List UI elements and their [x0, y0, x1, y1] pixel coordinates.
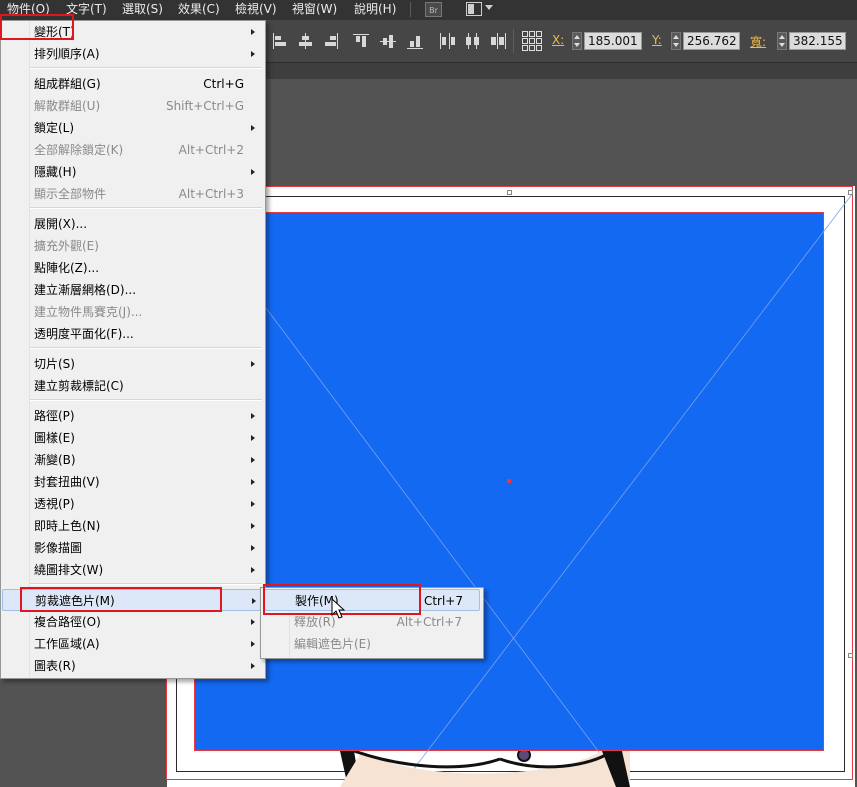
submenu-arrow-icon [251, 501, 255, 507]
menu-separator [30, 207, 262, 209]
object-menu-item[interactable]: 解散群組(U) Shift+Ctrl+G [2, 95, 264, 117]
object-menu-item[interactable]: 組成群組(G) Ctrl+G [2, 73, 264, 95]
menu-item-label: 複合路徑(O) [34, 615, 101, 629]
object-menu-item[interactable]: 建立漸層網格(D)... [2, 279, 264, 301]
submenu-arrow-icon [251, 435, 255, 441]
submenu-arrow-icon [251, 125, 255, 131]
character-illustration [340, 751, 630, 787]
object-menu-item[interactable]: 影像描圖 [2, 537, 264, 559]
object-menu-item[interactable]: 切片(S) [2, 353, 264, 375]
menu-item-label: 組成群組(G) [34, 77, 101, 91]
object-menu-item[interactable]: 繞圖排文(W) [2, 559, 264, 581]
top-right-handle[interactable] [848, 190, 853, 195]
top-center-handle[interactable] [507, 190, 512, 195]
object-menu-item[interactable]: 複合路徑(O) [2, 611, 264, 633]
object-menu-item[interactable]: 建立剪裁標記(C) [2, 375, 264, 397]
menu-item-label: 工作區域(A) [34, 637, 100, 651]
object-menu-item[interactable]: 路徑(P) [2, 405, 264, 427]
object-menu-item[interactable]: 漸變(B) [2, 449, 264, 471]
menu-item-label: 繞圖排文(W) [34, 563, 104, 577]
object-menu-item[interactable]: 透明度平面化(F)... [2, 323, 264, 345]
submenu-arrow-icon [251, 523, 255, 529]
menu-item-label: 建立物件馬賽克(J)... [34, 305, 143, 319]
object-menu-item[interactable]: 擴充外觀(E) [2, 235, 264, 257]
object-menu-item[interactable]: 鎖定(L) [2, 117, 264, 139]
menu-item-label: 建立剪裁標記(C) [34, 379, 124, 393]
object-menu-item[interactable]: 點陣化(Z)... [2, 257, 264, 279]
mouse-cursor-icon [331, 598, 345, 619]
submenu-arrow-icon [251, 169, 255, 175]
menu-item-shortcut: Shift+Ctrl+G [165, 99, 244, 113]
object-menu-item[interactable]: 封套扭曲(V) [2, 471, 264, 493]
annotation-highlight-object-menu [0, 14, 74, 40]
menu-item-label: 影像描圖 [34, 541, 83, 555]
object-menu-item[interactable]: 圖表(R) [2, 655, 264, 677]
submenu-arrow-icon [251, 29, 255, 35]
object-menu-item[interactable]: 圖樣(E) [2, 427, 264, 449]
object-menu-item[interactable]: 全部解除鎖定(K) Alt+Ctrl+2 [2, 139, 264, 161]
submenu-arrow-icon [251, 51, 255, 57]
object-menu-item[interactable]: 顯示全部物件 Alt+Ctrl+3 [2, 183, 264, 205]
annotation-highlight-clipping-mask [20, 587, 222, 612]
submenu-arrow-icon [251, 641, 255, 647]
menu-item-label: 鎖定(L) [34, 121, 75, 135]
menu-separator [30, 399, 262, 401]
menu-item-label: 透視(P) [34, 497, 75, 511]
menu-item-label: 圖表(R) [34, 659, 76, 673]
menu-item-label: 透明度平面化(F)... [34, 327, 134, 341]
menu-item-label: 點陣化(Z)... [34, 261, 100, 275]
submenu-arrow-icon [251, 413, 255, 419]
submenu-arrow-icon [252, 598, 256, 604]
menu-item-shortcut: Alt+Ctrl+3 [178, 187, 244, 201]
menu-separator [30, 347, 262, 349]
submenu-arrow-icon [251, 479, 255, 485]
menu-item-label: 排列順序(A) [34, 47, 100, 61]
menu-item-label: 即時上色(N) [34, 519, 101, 533]
object-menu-item[interactable]: 建立物件馬賽克(J)... [2, 301, 264, 323]
submenu-item-label: 編輯遮色片(E) [294, 637, 371, 651]
object-menu-item[interactable]: 透視(P) [2, 493, 264, 515]
submenu-arrow-icon [251, 361, 255, 367]
menu-item-label: 解散群組(U) [34, 99, 101, 113]
menu-item-label: 漸變(B) [34, 453, 76, 467]
submenu-arrow-icon [251, 619, 255, 625]
object-menu-item[interactable]: 排列順序(A) [2, 43, 264, 65]
menu-item-label: 全部解除鎖定(K) [34, 143, 124, 157]
menu-item-label: 路徑(P) [34, 409, 75, 423]
menu-item-label: 隱藏(H) [34, 165, 77, 179]
right-center-handle[interactable] [848, 653, 853, 658]
submenu-arrow-icon [251, 457, 255, 463]
submenu-item-edit-mask[interactable]: 編輯遮色片(E) [264, 633, 480, 655]
menu-item-label: 切片(S) [34, 357, 75, 371]
menu-item-label: 展開(X)... [34, 217, 88, 231]
submenu-arrow-icon [251, 545, 255, 551]
menu-separator [30, 67, 262, 69]
menu-item-label: 圖樣(E) [34, 431, 75, 445]
menu-item-label: 擴充外觀(E) [34, 239, 99, 253]
menu-item-label: 建立漸層網格(D)... [34, 283, 137, 297]
menu-item-label: 封套扭曲(V) [34, 475, 100, 489]
menu-item-shortcut: Alt+Ctrl+2 [178, 143, 244, 157]
center-point-marker [507, 479, 511, 483]
object-menu-item[interactable]: 即時上色(N) [2, 515, 264, 537]
submenu-arrow-icon [251, 663, 255, 669]
object-menu-item[interactable]: 隱藏(H) [2, 161, 264, 183]
object-menu-item[interactable]: 展開(X)... [2, 213, 264, 235]
menu-separator [30, 583, 262, 585]
object-menu-item[interactable]: 工作區域(A) [2, 633, 264, 655]
menu-item-label: 顯示全部物件 [34, 187, 107, 201]
submenu-arrow-icon [251, 567, 255, 573]
menu-item-shortcut: Ctrl+G [203, 77, 244, 91]
